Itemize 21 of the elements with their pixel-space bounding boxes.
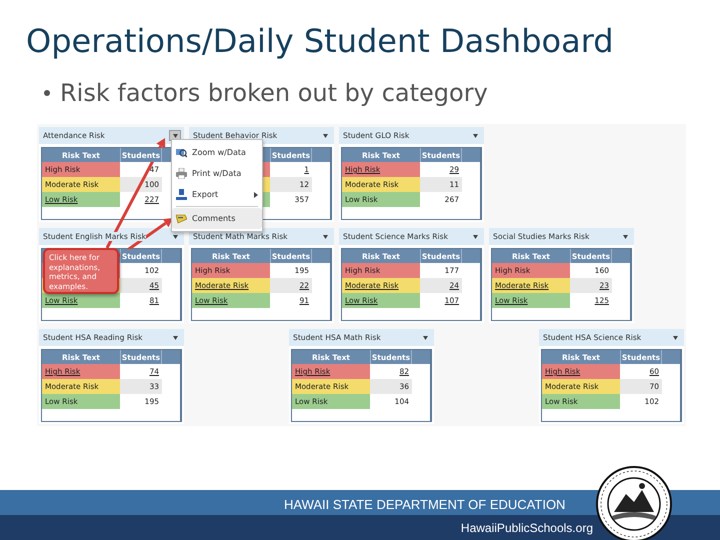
magnifier-icon — [176, 147, 187, 158]
export-icon — [176, 189, 187, 200]
caret-icon — [322, 234, 328, 238]
caret-icon — [622, 234, 628, 238]
printer-icon — [176, 168, 187, 179]
note-icon — [176, 213, 187, 224]
caret-icon — [472, 234, 478, 238]
menu-item[interactable]: Print w/Data — [172, 163, 262, 184]
menu-item[interactable]: Export — [172, 184, 262, 205]
caret-icon — [672, 336, 678, 340]
caret-icon — [172, 336, 178, 340]
caret-icon — [322, 134, 328, 138]
caret-icon — [172, 234, 178, 238]
menu-item[interactable]: Comments — [172, 208, 262, 229]
slide-title: Operations/Daily Student Dashboard — [26, 22, 615, 62]
caret-icon — [472, 134, 478, 138]
caret-icon — [422, 336, 428, 340]
bullet-text: Risk factors broken out by category — [60, 79, 488, 107]
bullet-dot — [44, 90, 50, 96]
department-name: HAWAII STATE DEPARTMENT OF EDUCATION — [284, 497, 566, 514]
menu-item[interactable]: Zoom w/Data — [172, 142, 262, 163]
